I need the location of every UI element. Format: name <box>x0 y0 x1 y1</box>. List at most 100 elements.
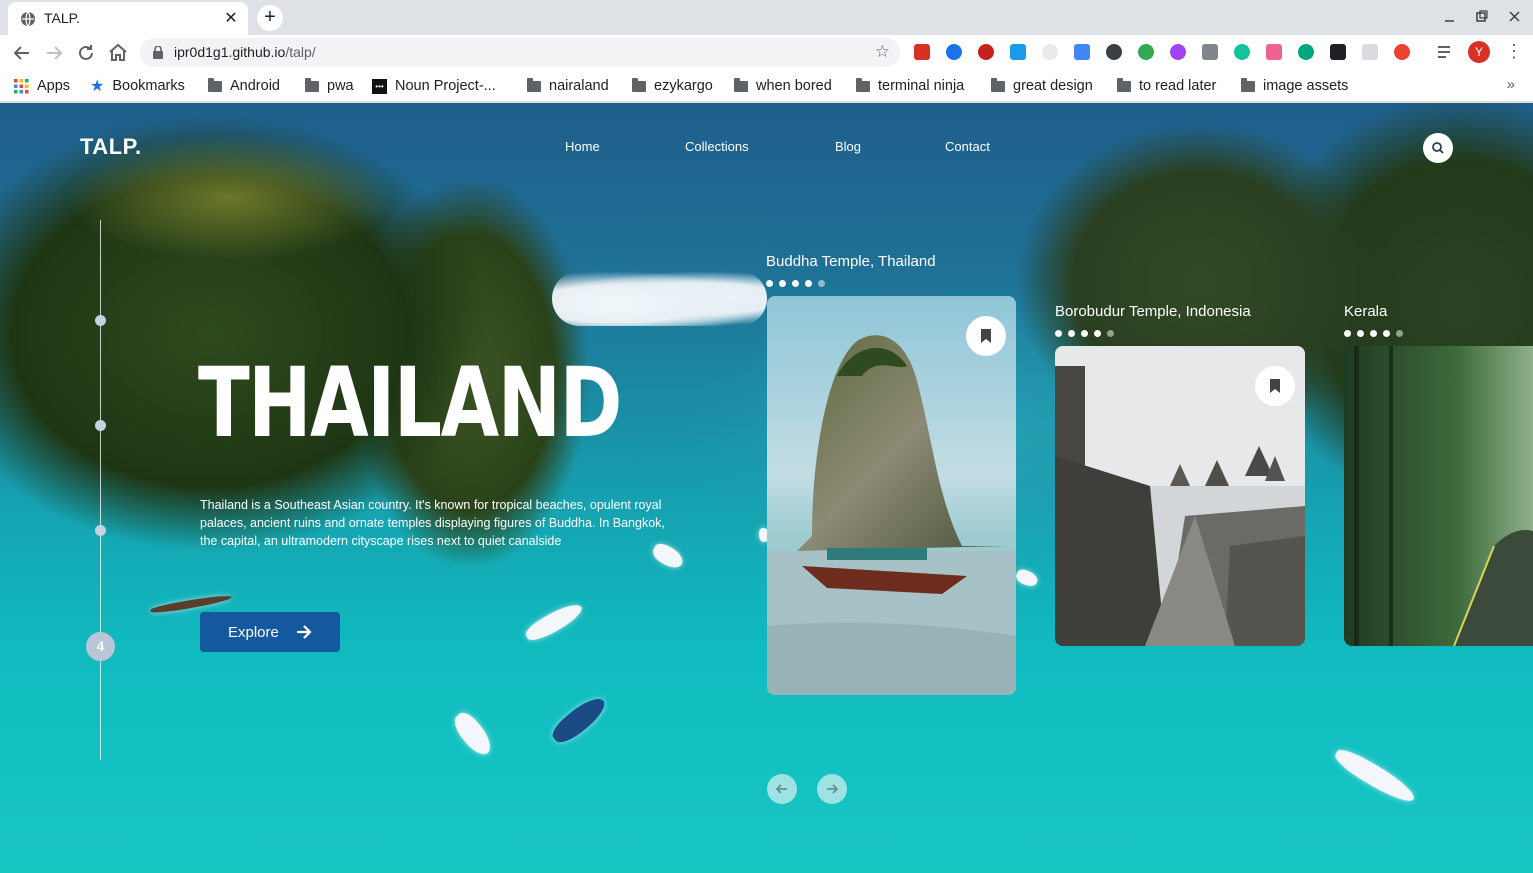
extension-icon[interactable] <box>1106 44 1122 60</box>
cloud-decoration <box>552 271 767 326</box>
extension-icon[interactable] <box>1394 44 1410 60</box>
boat-decoration <box>449 708 497 760</box>
timeline-line <box>100 220 101 760</box>
window-close-icon[interactable] <box>1505 10 1525 24</box>
arrow-left-icon <box>775 784 787 794</box>
bookmark-label: ezykargo <box>654 78 713 94</box>
extension-icon[interactable] <box>946 44 962 60</box>
tab-strip: TALP. ✕ + <box>0 0 1533 35</box>
bookmark-star-icon[interactable]: ☆ <box>875 42 890 62</box>
hero-section: TALP. Home Collections Blog Contact 4 TH… <box>0 103 1533 873</box>
address-bar[interactable]: ipr0d1g1.github.io/talp/ ☆ <box>140 38 900 67</box>
bookmarks-overflow-icon[interactable]: » <box>1507 76 1515 93</box>
card-label: Kerala <box>1344 303 1388 320</box>
extension-icon[interactable] <box>978 44 994 60</box>
extension-icon[interactable] <box>1138 44 1154 60</box>
extension-icon[interactable] <box>1266 44 1282 60</box>
bookmark-label: to read later <box>1139 78 1217 94</box>
bookmark-folder[interactable]: ezykargo <box>632 76 713 96</box>
bookmark-label: Noun Project-... <box>395 78 496 94</box>
extension-icon[interactable] <box>1010 44 1026 60</box>
folder-icon <box>305 77 319 92</box>
bookmark-apps[interactable]: Apps <box>14 76 70 96</box>
timeline-dot[interactable] <box>95 420 106 431</box>
bookmark-noun-project[interactable]: ••• Noun Project-... <box>372 76 496 96</box>
bookmark-folder[interactable]: image assets <box>1241 76 1348 96</box>
bookmark-button[interactable] <box>1255 366 1295 406</box>
extension-icon[interactable] <box>1362 44 1378 60</box>
bookmark-label: image assets <box>1263 78 1349 94</box>
card-image-kerala <box>1344 346 1533 646</box>
minimize-icon[interactable] <box>1440 10 1460 24</box>
folder-icon <box>1241 77 1255 92</box>
lock-icon <box>153 46 163 59</box>
site-logo[interactable]: TALP. <box>80 134 142 160</box>
boat-decoration <box>522 598 586 646</box>
folder-icon <box>632 77 646 92</box>
forward-arrow-icon[interactable] <box>42 41 66 65</box>
nav-blog[interactable]: Blog <box>835 139 861 154</box>
browser-tab[interactable]: TALP. ✕ <box>8 2 248 35</box>
translate-icon[interactable] <box>1074 44 1090 60</box>
boat-decoration <box>1331 744 1419 808</box>
card-label: Borobudur Temple, Indonesia <box>1055 303 1251 320</box>
search-button[interactable] <box>1423 133 1453 163</box>
timeline-dot[interactable] <box>95 315 106 326</box>
folder-icon <box>527 77 541 92</box>
bookmark-folder[interactable]: to read later <box>1117 76 1216 96</box>
bookmark-button[interactable] <box>966 316 1006 356</box>
card-image-thailand <box>767 296 1016 695</box>
slider-prev-button[interactable] <box>767 774 797 804</box>
rating-dots <box>1344 330 1403 337</box>
bookmark-folder[interactable]: terminal ninja <box>856 76 964 96</box>
star-icon: ★ <box>90 78 105 95</box>
new-tab-button[interactable]: + <box>257 5 283 31</box>
close-tab-icon[interactable]: ✕ <box>222 10 240 28</box>
extension-icon[interactable] <box>1202 44 1218 60</box>
back-arrow-icon[interactable] <box>10 41 34 65</box>
bookmark-label: great design <box>1013 78 1093 94</box>
bookmark-label: Apps <box>37 78 71 94</box>
bookmark-bookmarks[interactable]: ★ Bookmarks <box>90 76 185 96</box>
hero-title: THAILAND <box>198 347 623 459</box>
slider-next-button[interactable] <box>817 774 847 804</box>
destination-card[interactable] <box>1055 346 1305 646</box>
folder-icon <box>856 77 870 92</box>
nav-contact[interactable]: Contact <box>945 139 990 154</box>
menu-kebab-icon[interactable]: ⋮ <box>1505 41 1523 62</box>
bookmark-folder[interactable]: when bored <box>734 76 832 96</box>
search-icon <box>1432 142 1444 154</box>
bookmark-folder[interactable]: great design <box>991 76 1093 96</box>
folder-icon <box>1117 77 1131 92</box>
bookmark-folder[interactable]: Android <box>208 76 280 96</box>
extension-icon[interactable] <box>1170 44 1186 60</box>
explore-label: Explore <box>228 623 279 641</box>
bookmark-folder[interactable]: pwa <box>305 76 354 96</box>
grammarly-icon[interactable] <box>1234 44 1250 60</box>
notion-icon[interactable] <box>1330 44 1346 60</box>
profile-avatar[interactable]: Y <box>1468 41 1490 63</box>
destination-card[interactable] <box>1344 346 1533 646</box>
tab-title: TALP. <box>44 10 81 26</box>
timeline-current-step[interactable]: 4 <box>86 632 115 661</box>
destination-card[interactable] <box>767 296 1016 695</box>
extension-icon[interactable] <box>1042 44 1058 60</box>
extension-icon[interactable] <box>1298 44 1314 60</box>
boat-decoration <box>548 691 610 749</box>
extension-icon[interactable] <box>914 44 930 60</box>
bookmark-label: pwa <box>327 78 354 94</box>
explore-button[interactable]: Explore <box>200 612 340 652</box>
reading-list-icon[interactable] <box>1437 45 1455 59</box>
restore-icon[interactable] <box>1472 10 1492 24</box>
home-icon[interactable] <box>106 41 130 65</box>
card-label: Buddha Temple, Thailand <box>766 253 936 270</box>
nav-collections[interactable]: Collections <box>685 139 749 154</box>
reload-icon[interactable] <box>74 41 98 65</box>
nav-home[interactable]: Home <box>565 139 600 154</box>
bookmark-folder[interactable]: nairaland <box>527 76 609 96</box>
folder-icon <box>734 77 748 92</box>
bookmark-icon <box>981 329 991 343</box>
rating-dots <box>766 280 825 287</box>
bookmarks-bar: Apps ★ Bookmarks Android pwa ••• Noun Pr… <box>0 70 1533 102</box>
timeline-dot[interactable] <box>95 525 106 536</box>
